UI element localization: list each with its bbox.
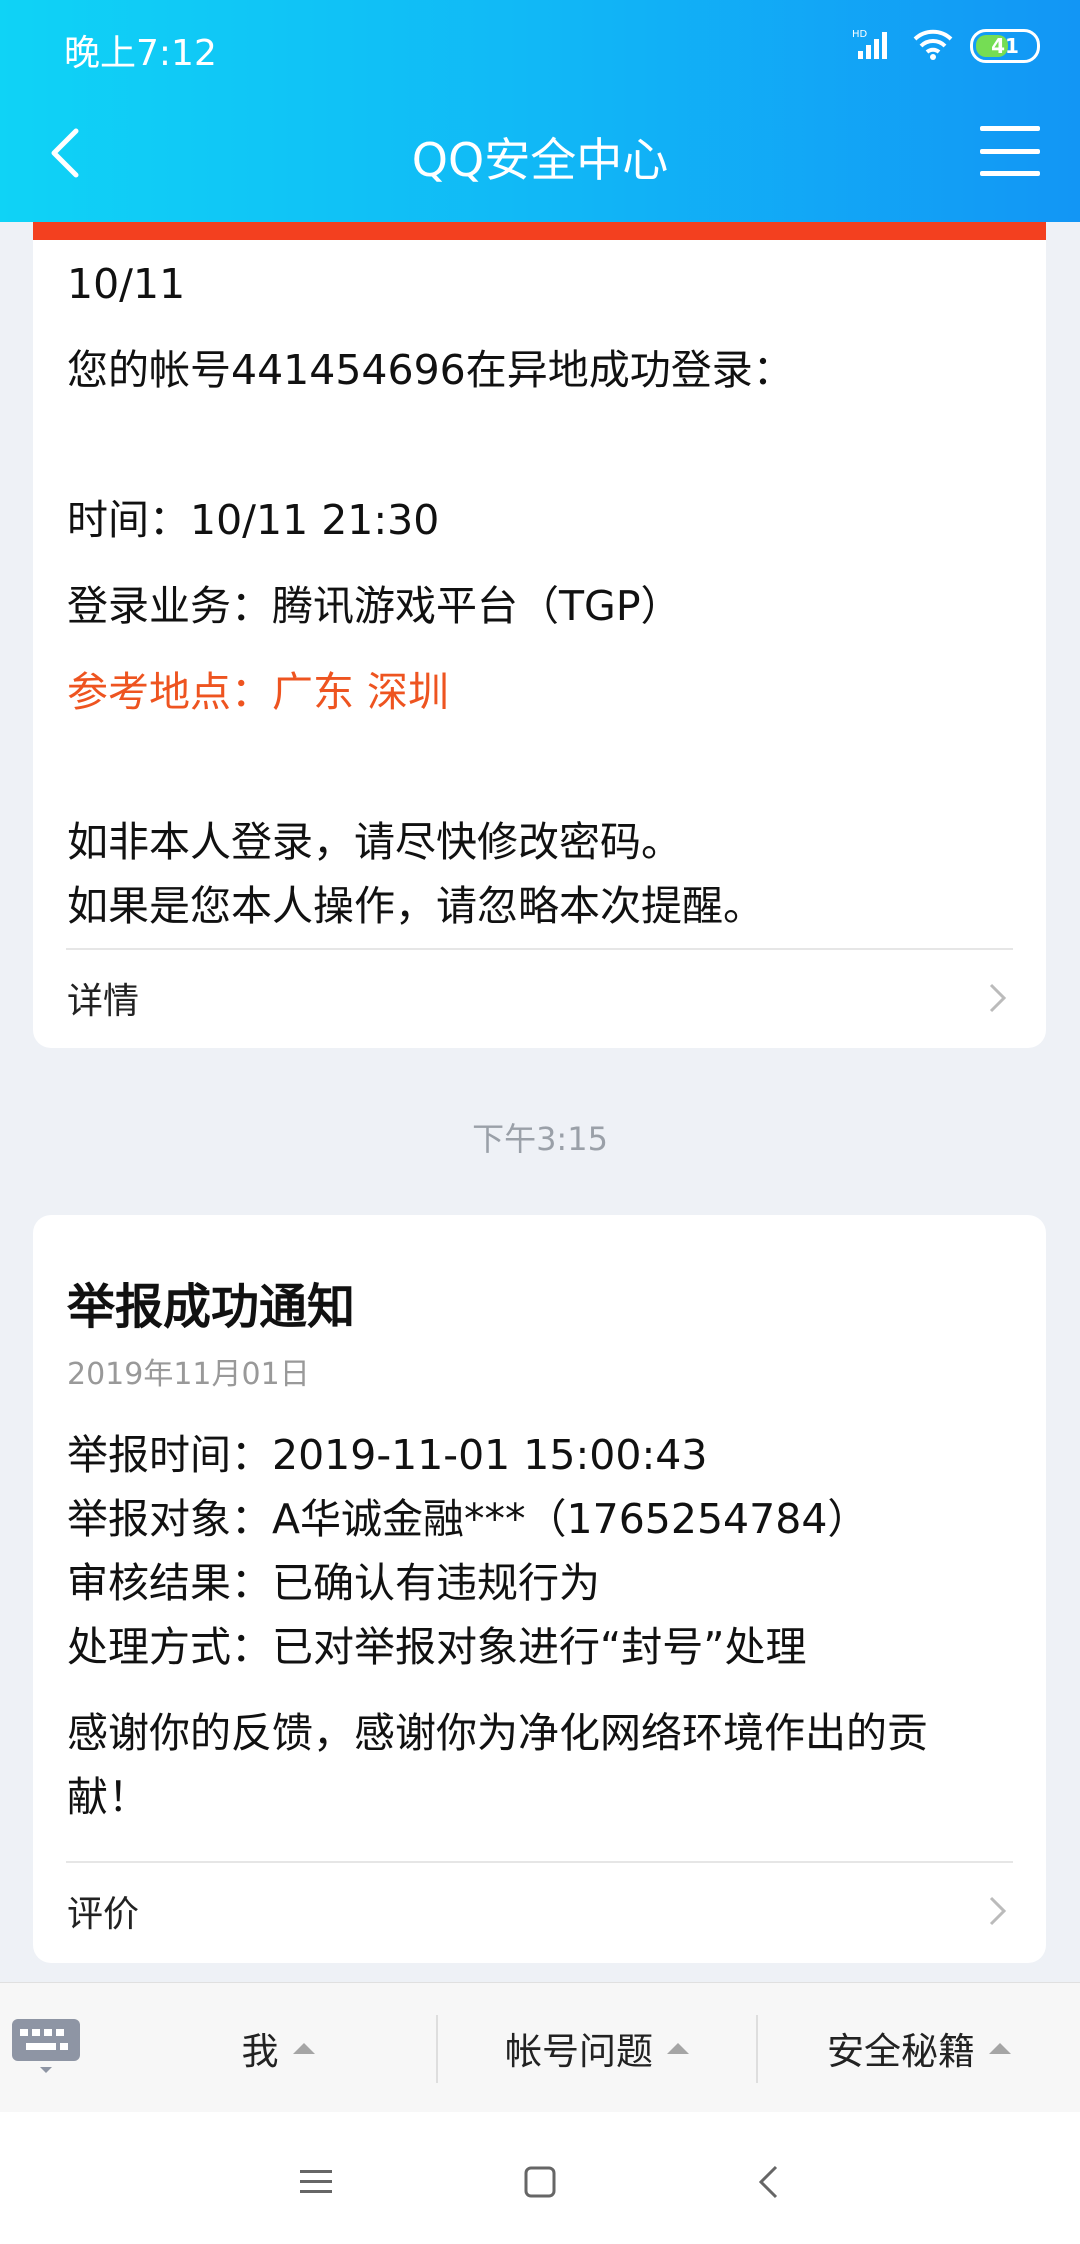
tab-me[interactable]: 我	[120, 1983, 436, 2113]
card2-line: 举报对象：A华诚金融***（1765254784）	[67, 1495, 869, 1543]
login-alert-card: 10/11 您的帐号441454696在异地成功登录： 时间：10/11 21:…	[33, 150, 1046, 1048]
status-icons: HD 41	[852, 26, 1040, 66]
card2-line: 献！	[67, 1773, 149, 1821]
menu-button[interactable]	[980, 126, 1040, 176]
menu-lines-icon	[300, 2170, 332, 2193]
card2-title: 举报成功通知	[67, 1279, 356, 1335]
card1-location: 参考地点：广东 深圳	[67, 668, 450, 716]
card1-line: 您的帐号441454696在异地成功登录：	[67, 346, 794, 394]
report-success-card: 举报成功通知 2019年11月01日 举报时间：2019-11-01 15:00…	[33, 1215, 1046, 1963]
chevron-right-icon	[989, 983, 1007, 1013]
card1-line: 登录业务：腾讯游戏平台（TGP）	[67, 582, 682, 630]
wifi-icon	[912, 27, 954, 65]
system-nav-bar	[0, 2112, 1080, 2244]
page-title: QQ安全中心	[411, 133, 669, 187]
bottom-menu-bar: 我 帐号问题 安全秘籍	[0, 1982, 1080, 2113]
triangle-up-icon	[667, 2042, 689, 2054]
menu-icon-line	[980, 126, 1040, 131]
tab-label: 帐号问题	[505, 2030, 653, 2073]
chevron-left-icon	[758, 2165, 778, 2199]
triangle-up-icon	[989, 2042, 1011, 2054]
battery-level: 41	[991, 34, 1019, 58]
recents-button[interactable]	[286, 2152, 346, 2212]
detail-label: 详情	[67, 981, 140, 1022]
app-header: 晚上7:12 HD 41 QQ安全中心	[0, 0, 1080, 222]
home-square-icon	[524, 2166, 556, 2198]
card2-line: 审核结果：已确认有违规行为	[67, 1559, 600, 1607]
home-button[interactable]	[510, 2152, 570, 2212]
card1-line: 如非本人登录，请尽快修改密码。	[67, 818, 682, 866]
tab-label: 安全秘籍	[827, 2030, 975, 2073]
keyboard-icon	[12, 2019, 80, 2073]
card1-line: 时间：10/11 21:30	[67, 496, 440, 544]
card2-date: 2019年11月01日	[67, 1357, 310, 1392]
card1-line: 如果是您本人操作，请忽略本次提醒。	[67, 882, 764, 930]
status-time: 晚上7:12	[64, 33, 217, 74]
system-back-button[interactable]	[738, 2152, 798, 2212]
triangle-up-icon	[292, 2042, 315, 2054]
card1-date: 10/11	[67, 260, 186, 308]
tab-account-issues[interactable]: 帐号问题	[438, 1983, 756, 2113]
card2-line: 举报时间：2019-11-01 15:00:43	[67, 1431, 708, 1479]
message-timestamp: 下午3:15	[472, 1120, 608, 1158]
keyboard-toggle-button[interactable]	[10, 2017, 82, 2077]
tab-label: 我	[241, 2030, 279, 2073]
signal-icon: HD	[852, 27, 896, 65]
card2-line: 感谢你的反馈，感谢你为净化网络环境作出的贡	[67, 1709, 928, 1757]
alert-bar	[33, 222, 1046, 240]
detail-row[interactable]: 详情	[33, 950, 1046, 1046]
battery-icon: 41	[970, 29, 1040, 63]
rate-row[interactable]: 评价	[33, 1863, 1046, 1959]
card2-line: 处理方式：已对举报对象进行“封号”处理	[67, 1623, 807, 1671]
chevron-right-icon	[989, 1896, 1007, 1926]
network-label: HD	[852, 29, 868, 40]
tab-security-tips[interactable]: 安全秘籍	[758, 1983, 1080, 2113]
rate-label: 评价	[67, 1894, 140, 1935]
